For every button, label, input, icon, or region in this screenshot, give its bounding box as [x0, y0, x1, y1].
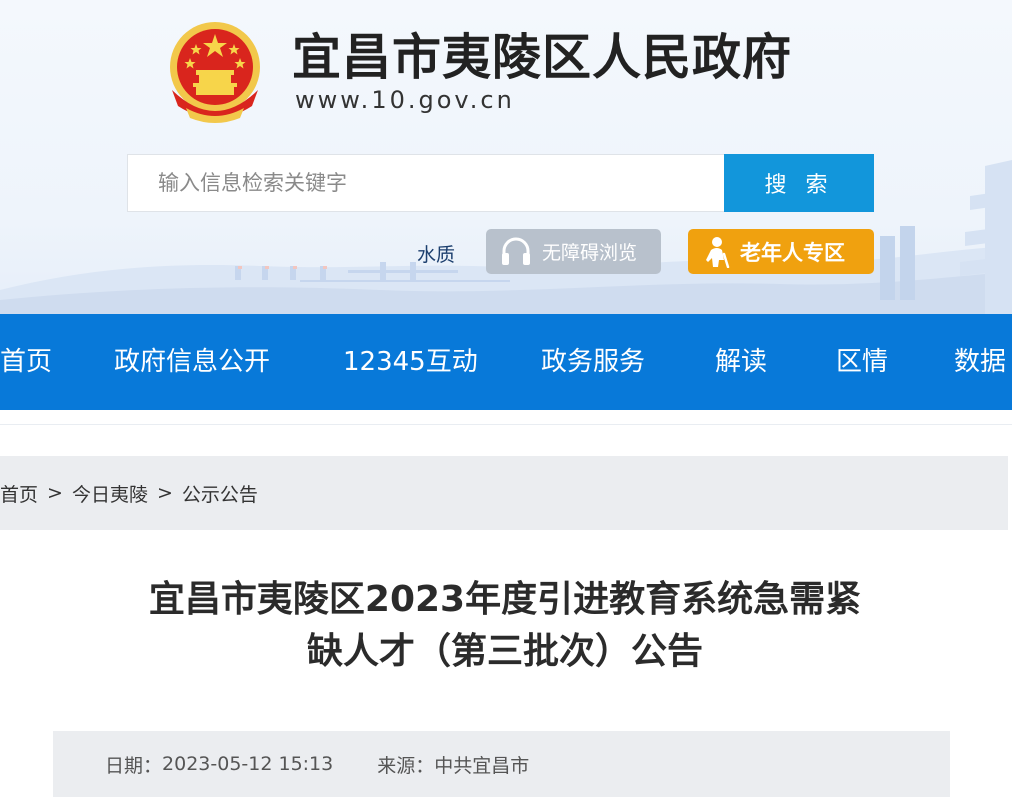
nav-item-district[interactable]: 区情 [836, 314, 888, 410]
nav-item-gov-info[interactable]: 政府信息公开 [114, 314, 270, 410]
date-label: 日期： [105, 754, 163, 777]
main-nav: 首页 政府信息公开 12345互动 政务服务 解读 区情 数据 [0, 314, 1012, 410]
site-header: 宜昌市夷陵区人民政府 www.10.gov.cn 搜 索 水质 无障碍浏览 老年… [0, 0, 1012, 314]
nav-item-interpret[interactable]: 解读 [715, 314, 767, 410]
nav-item-data[interactable]: 数据 [954, 314, 1006, 410]
breadcrumb-today-yiling[interactable]: 今日夷陵 [72, 480, 148, 507]
elderly-person-icon [702, 235, 734, 269]
search-button[interactable]: 搜 索 [724, 154, 874, 212]
breadcrumb-announcements[interactable]: 公示公告 [182, 480, 258, 507]
breadcrumb-home[interactable]: 首页 [0, 480, 38, 507]
elderly-zone-button[interactable]: 老年人专区 [688, 229, 874, 274]
breadcrumb-separator: > [156, 482, 173, 504]
headphones-icon [498, 233, 536, 271]
article-title-line-1: 宜昌市夷陵区2023年度引进教育系统急需紧 [148, 579, 862, 620]
article-title: 宜昌市夷陵区2023年度引进教育系统急需紧 缺人才（第三批次）公告 [60, 574, 950, 678]
accessibility-button-label: 无障碍浏览 [542, 242, 638, 264]
article-title-line-2: 缺人才（第三批次）公告 [306, 631, 703, 672]
article-meta: 日期： 2023-05-12 15:13 来源： 中共宜昌市 [53, 731, 950, 797]
nav-item-12345[interactable]: 12345互动 [343, 314, 478, 410]
water-quality-link[interactable]: 水质 [417, 240, 455, 267]
search-box [127, 154, 725, 212]
publish-date: 2023-05-12 15:13 [162, 753, 334, 775]
site-title: 宜昌市夷陵区人民政府 [292, 28, 793, 86]
site-url: www.10.gov.cn [295, 86, 515, 114]
source-value: 中共宜昌市 [434, 754, 530, 777]
divider [0, 424, 1012, 425]
breadcrumb: 首页 > 今日夷陵 > 公示公告 [0, 456, 1008, 530]
accessibility-button[interactable]: 无障碍浏览 [486, 229, 661, 274]
nav-item-home[interactable]: 首页 [0, 314, 52, 410]
national-emblem-icon [170, 22, 260, 123]
search-input[interactable] [128, 155, 724, 211]
source-label: 来源： [377, 754, 435, 777]
elderly-zone-label: 老年人专区 [740, 240, 845, 265]
breadcrumb-separator: > [47, 482, 63, 504]
nav-item-services[interactable]: 政务服务 [541, 314, 645, 410]
